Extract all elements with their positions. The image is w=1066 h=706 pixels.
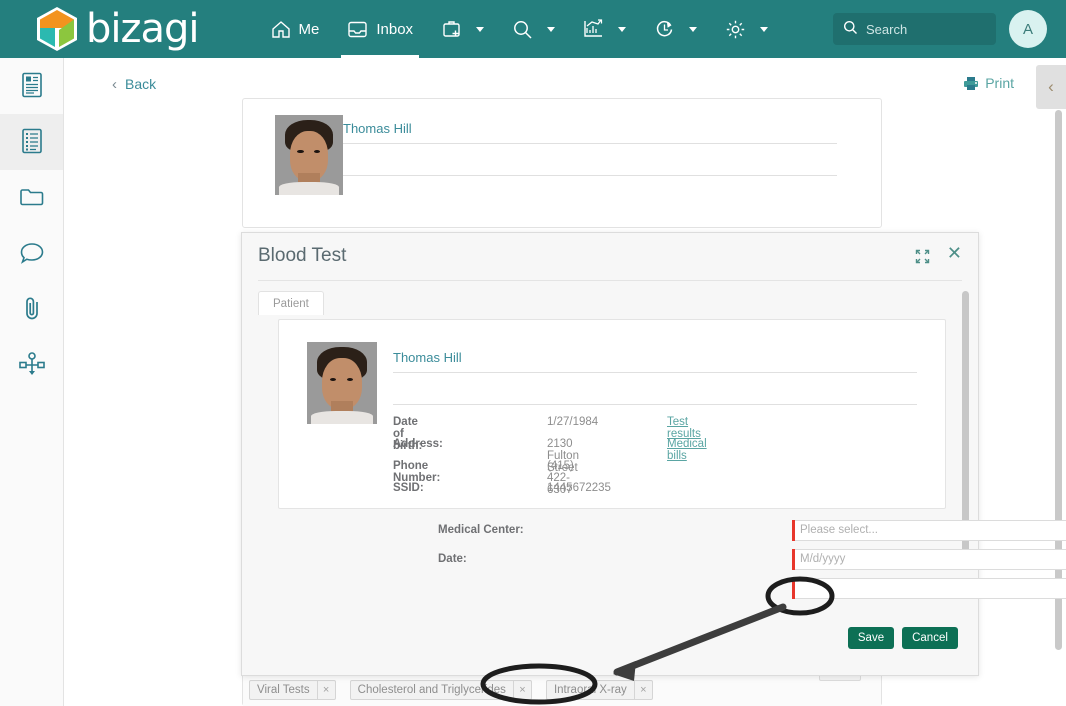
main-nav: Me Inbox (257, 0, 783, 58)
chevron-down-icon (476, 26, 485, 32)
field-value: 1445672235 (547, 482, 611, 494)
sidebar-item-list[interactable] (0, 114, 63, 170)
close-icon[interactable]: ✕ (947, 244, 962, 262)
sidebar-item-folder[interactable] (0, 170, 63, 226)
dialog-scrollbar-thumb[interactable] (962, 291, 969, 553)
field-value: 1/27/1984 (547, 416, 599, 428)
refresh-icon (654, 19, 675, 40)
brand-logo[interactable]: bizagi (36, 6, 200, 52)
summary-document-icon (21, 72, 43, 101)
chevron-left-icon: ‹ (112, 75, 117, 93)
tab-patient[interactable]: Patient (258, 291, 324, 315)
nav-item-new-case[interactable] (427, 0, 498, 58)
avatar[interactable]: A (1009, 10, 1047, 48)
close-icon[interactable]: × (512, 681, 531, 699)
tag-chip-intraoral-xray[interactable]: Intraoral X-ray × (545, 680, 653, 700)
field-label: Address: (393, 438, 443, 450)
nav-label-me: Me (298, 20, 320, 38)
print-button[interactable]: Print (963, 75, 1014, 91)
search-icon (843, 20, 858, 38)
medical-center-select[interactable]: Please select... (792, 520, 1066, 541)
test-results-link[interactable]: Test results (667, 416, 701, 440)
nav-item-search[interactable] (498, 0, 569, 58)
inbox-icon (347, 20, 368, 39)
chevron-down-icon (760, 26, 769, 32)
patient-photo (307, 342, 377, 424)
process-flow-icon (18, 351, 46, 381)
divider (343, 175, 837, 176)
tag-label: Viral Tests (257, 684, 310, 696)
field-label: SSID: (393, 482, 424, 494)
save-button[interactable]: Save (848, 627, 894, 649)
medical-center-label: Medical Center: (438, 524, 524, 536)
expand-icon[interactable] (915, 249, 930, 267)
tag-chip[interactable]: Viral Tests × (249, 680, 336, 700)
search-icon (512, 19, 533, 40)
cancel-button[interactable]: Cancel (902, 627, 958, 649)
tag-label: Intraoral X-ray (553, 684, 627, 696)
field-label: Phone Number: (393, 460, 441, 484)
nav-item-settings[interactable] (711, 0, 782, 58)
back-button[interactable]: ‹ Back (112, 76, 156, 93)
divider (393, 404, 917, 405)
content-area: ‹ Back Print ‹ Thomas Hill Computed Tomo… (64, 58, 1066, 706)
sidebar-item-process-flow[interactable] (0, 338, 63, 394)
search-box[interactable]: Search (833, 13, 996, 45)
dialog-body: Patient Thomas Hill Date of birth: 1/27/… (242, 281, 1066, 675)
blood-test-form: Medical Center: Please select... Date: M… (242, 520, 1066, 641)
search-input-placeholder[interactable]: Search (866, 22, 907, 37)
background-patient-card: Thomas Hill (242, 98, 882, 228)
comment-icon (19, 241, 45, 268)
medical-bills-link[interactable]: Medical bills (667, 438, 707, 462)
sidebar-item-summary[interactable] (0, 58, 63, 114)
dialog-title: Blood Test (258, 245, 347, 266)
back-label: Back (125, 76, 157, 92)
home-icon (271, 20, 291, 39)
date-input[interactable]: M/d/yyyy (792, 549, 1066, 570)
print-label: Print (985, 75, 1014, 91)
chevron-down-icon (547, 26, 556, 32)
folder-icon (19, 186, 45, 211)
chevron-down-icon (618, 26, 627, 32)
date-placeholder: M/d/yyyy (800, 553, 846, 565)
sidebar-item-comments[interactable] (0, 226, 63, 282)
top-header: bizagi Me Inbox Search A (0, 0, 1066, 58)
left-sidebar (0, 58, 64, 706)
blood-test-dialog: Blood Test ✕ Patient Thomas Hill Date of… (241, 232, 1066, 676)
tag-list: Viral Tests × Cholesterol and Triglyceri… (243, 673, 881, 706)
patient-photo (275, 115, 343, 195)
list-document-icon (21, 128, 43, 157)
patient-name: Thomas Hill (343, 121, 412, 136)
date-label: Date: (438, 553, 467, 565)
medical-center-placeholder: Please select... (800, 524, 878, 536)
dialog-tabs: Patient (258, 291, 324, 315)
tag-chip[interactable]: Cholesterol and Triglycerides × (349, 680, 532, 700)
divider (393, 372, 917, 373)
extra-text-input[interactable] (792, 578, 1066, 599)
nav-item-inbox[interactable]: Inbox (333, 0, 427, 58)
analytics-icon (583, 19, 604, 39)
dialog-header: Blood Test ✕ (242, 233, 978, 281)
tag-label: Cholesterol and Triglycerides (357, 684, 506, 696)
nav-item-analytics[interactable] (569, 0, 640, 58)
patient-details-card: Thomas Hill Date of birth: 1/27/1984 Tes… (278, 319, 946, 509)
chevron-down-icon (689, 26, 698, 32)
divider (343, 143, 837, 144)
patient-name: Thomas Hill (393, 350, 462, 365)
avatar-initial: A (1022, 20, 1033, 38)
brand-name: bizagi (86, 6, 200, 52)
printer-icon (963, 76, 979, 91)
gear-icon (725, 19, 746, 40)
bizagi-hexagon-icon (36, 6, 78, 52)
close-icon[interactable]: × (316, 681, 335, 699)
sidebar-item-attachments[interactable] (0, 282, 63, 338)
attachment-icon (21, 295, 43, 325)
collapse-panel-button[interactable]: ‹ (1036, 65, 1066, 109)
close-icon[interactable]: × (633, 681, 652, 699)
nav-item-refresh[interactable] (640, 0, 711, 58)
chevron-left-icon: ‹ (1048, 77, 1054, 96)
nav-label-inbox: Inbox (376, 20, 414, 38)
new-case-icon (441, 19, 462, 40)
nav-item-me[interactable]: Me (257, 0, 334, 58)
